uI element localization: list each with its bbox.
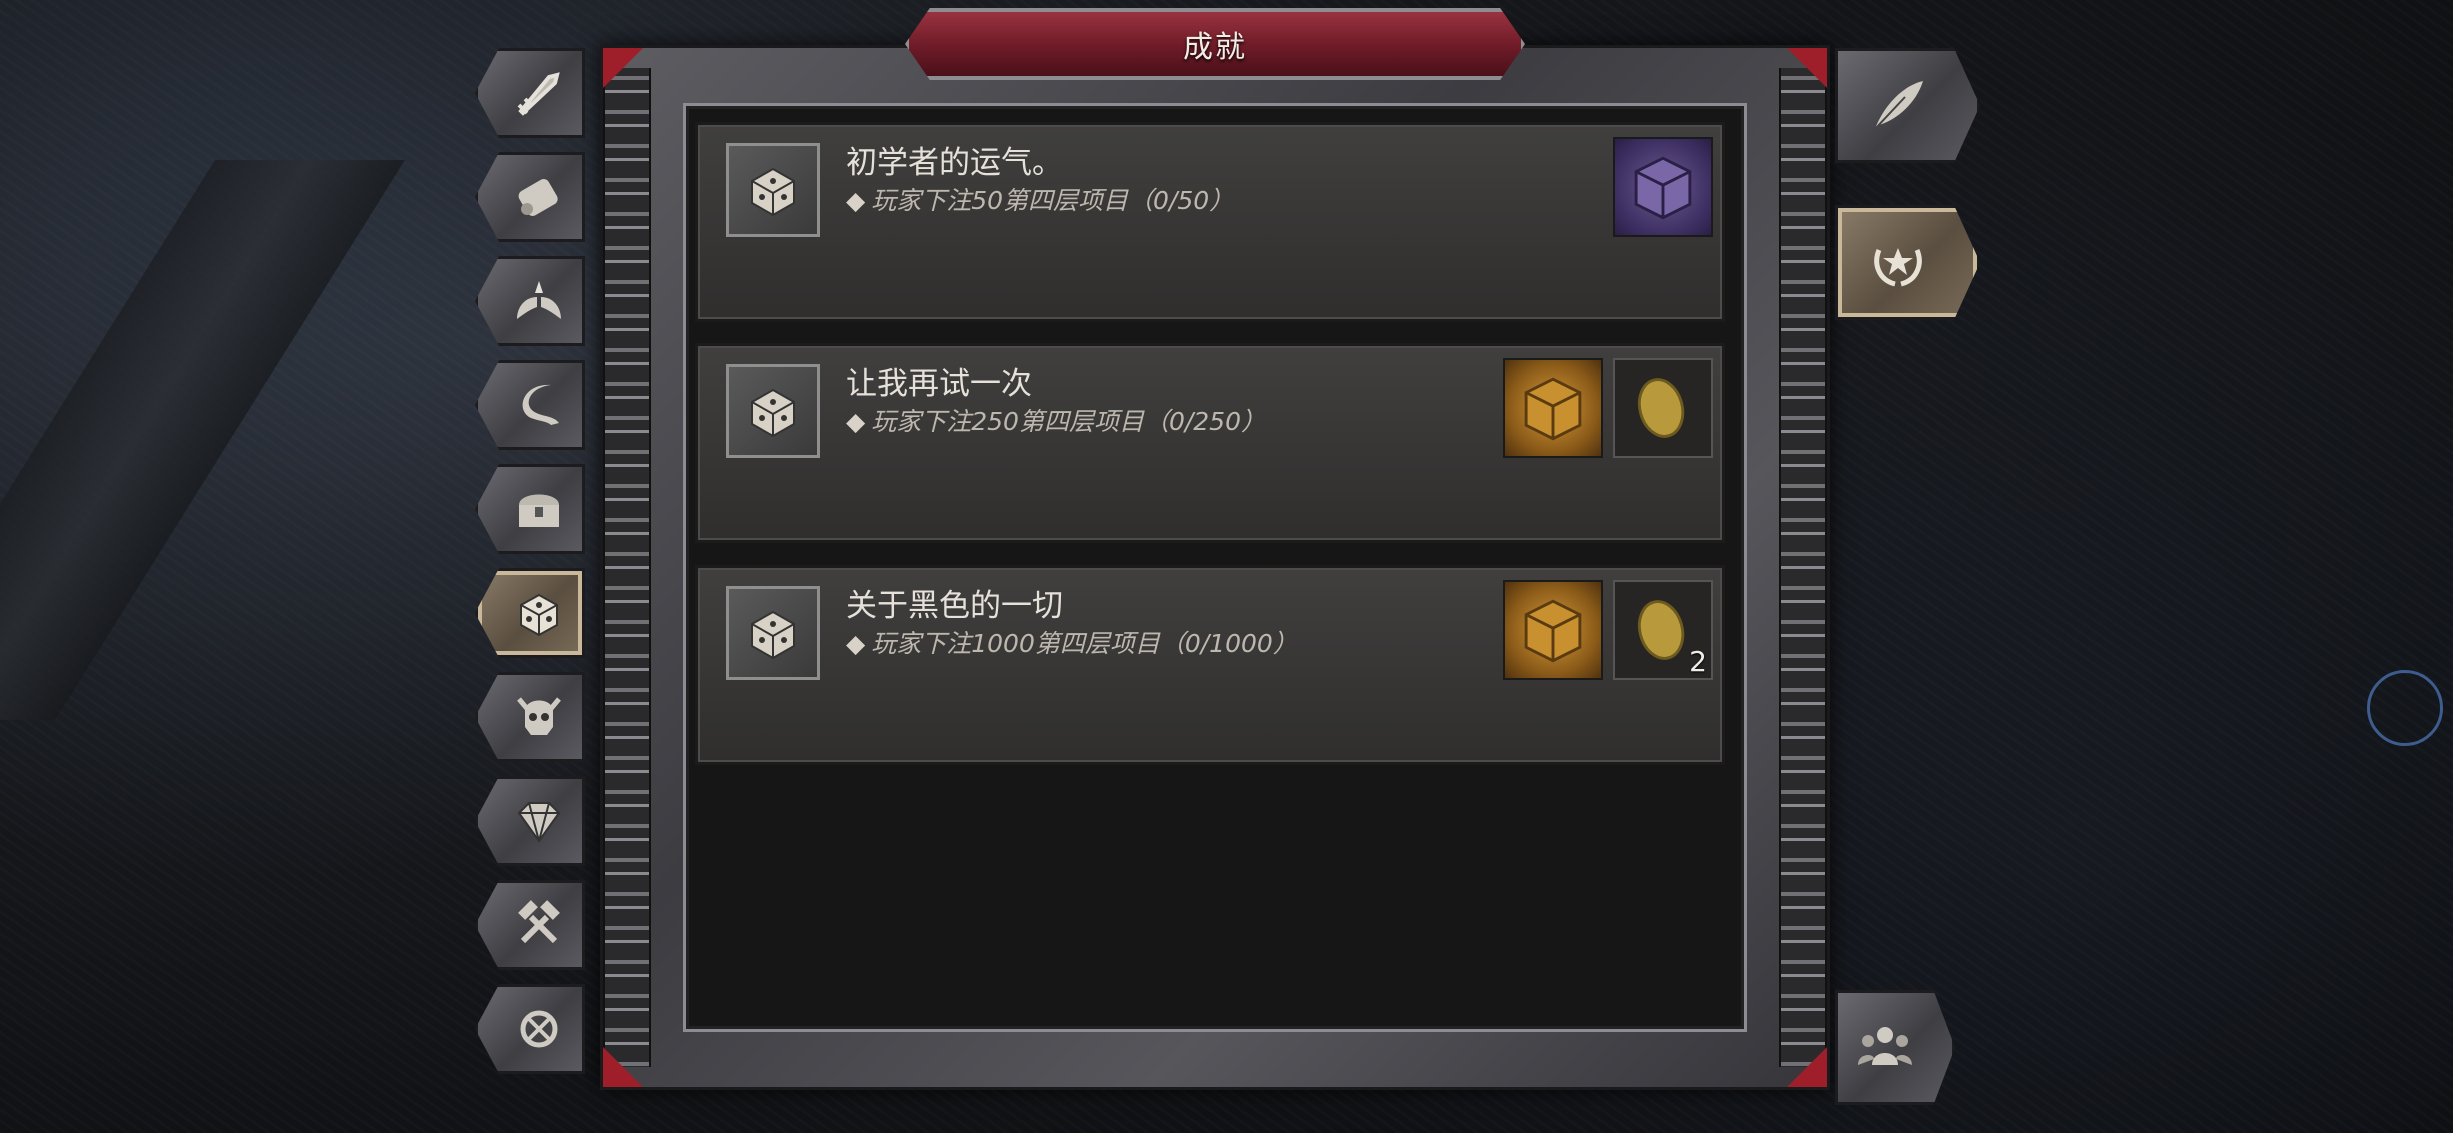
wings-icon <box>517 281 561 319</box>
bullet-diamond: ◆ <box>846 407 866 436</box>
gold-cube-icon <box>1524 377 1582 441</box>
reward-slot[interactable] <box>1613 137 1713 237</box>
horn-icon <box>522 384 559 425</box>
demon-skull-icon <box>517 697 561 735</box>
achievement-icon <box>726 143 820 237</box>
corner-ornament <box>603 48 643 88</box>
page-title: 成就 <box>1183 30 1247 65</box>
corner-ornament <box>1787 48 1827 88</box>
quill-icon <box>1873 80 1923 130</box>
achievement-title: 让我再试一次 <box>846 366 1032 402</box>
achievement-description: ◆ 玩家下注250第四层项目（0/250） <box>846 402 1266 438</box>
rune-icon <box>520 1010 558 1048</box>
dice-icon <box>520 593 558 637</box>
title-plate: 成就 <box>905 8 1525 80</box>
achievement-row[interactable]: 让我再试一次 ◆ 玩家下注250第四层项目（0/250） <box>695 343 1725 543</box>
laurel-star-icon <box>1873 247 1922 286</box>
reward-slot[interactable] <box>1503 358 1603 458</box>
achievement-icon <box>726 364 820 458</box>
achievement-row[interactable]: 初学者的运气。 ◆ 玩家下注50第四层项目（0/50） <box>695 122 1725 322</box>
hammer-icon <box>518 900 560 944</box>
chest-icon <box>519 494 559 527</box>
sword-icon <box>517 72 560 116</box>
corner-ornament <box>603 1047 643 1087</box>
dice-icon <box>751 388 795 438</box>
achievement-title: 初学者的运气。 <box>846 145 1063 181</box>
scroll-icon <box>518 179 558 216</box>
bullet-diamond: ◆ <box>846 629 866 658</box>
achievement-progress-text: 玩家下注1000第四层项目（0/1000） <box>871 629 1298 658</box>
purple-cube-icon <box>1634 156 1692 220</box>
achievement-description: ◆ 玩家下注1000第四层项目（0/1000） <box>846 624 1298 660</box>
corner-ornament <box>1787 1047 1827 1087</box>
dice-icon <box>751 167 795 217</box>
achievement-description: ◆ 玩家下注50第四层项目（0/50） <box>846 181 1234 217</box>
party-icon <box>1858 1026 1912 1065</box>
reward-slot[interactable]: 2 <box>1613 580 1713 680</box>
tab-achievements[interactable] <box>1835 205 1980 320</box>
achievement-progress-text: 玩家下注250第四层项目（0/250） <box>871 407 1266 436</box>
tab-journal[interactable] <box>1835 48 1980 163</box>
achievement-progress-text: 玩家下注50第四层项目（0/50） <box>871 186 1235 215</box>
reward-count: 2 <box>1689 645 1707 678</box>
reward-slot[interactable] <box>1613 358 1713 458</box>
background-glow-ring <box>2367 670 2443 746</box>
chain-border-right <box>1779 68 1827 1067</box>
achievement-title: 关于黑色的一切 <box>846 588 1063 624</box>
chain-border-left <box>603 68 651 1067</box>
gem-icon <box>517 802 561 843</box>
gold-cube-icon <box>1524 599 1582 663</box>
reward-slot[interactable] <box>1503 580 1603 680</box>
bullet-diamond: ◆ <box>846 186 866 215</box>
gold-coin-icon <box>1637 378 1685 438</box>
tab-party[interactable] <box>1835 990 1955 1105</box>
achievement-row[interactable]: 关于黑色的一切 ◆ 玩家下注1000第四层项目（0/1000） 2 <box>695 565 1725 765</box>
dice-icon <box>751 610 795 660</box>
achievement-icon <box>726 586 820 680</box>
